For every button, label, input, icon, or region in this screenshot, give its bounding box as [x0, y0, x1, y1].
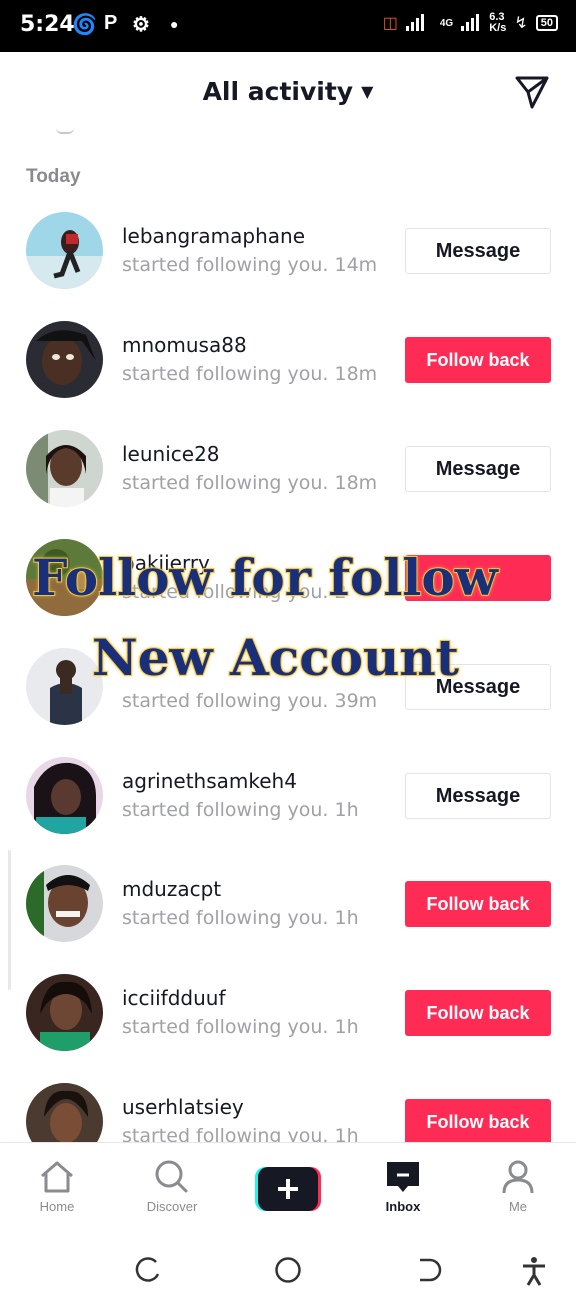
activity-text: started following you. 1h	[122, 1125, 359, 1142]
activity-text: started following you. 18m	[122, 363, 378, 385]
p-icon: P	[104, 12, 118, 34]
tab-label: Me	[508, 1199, 528, 1214]
activity-row[interactable]: icciifdduuf started following you. 1h Fo…	[0, 974, 576, 1082]
username[interactable]: agrinethsamkeh4	[122, 769, 297, 793]
tab-me[interactable]: Me	[473, 1159, 563, 1214]
activity-row[interactable]: userhlatsiey started following you. 1h F…	[0, 1083, 576, 1142]
tab-home[interactable]: Home	[12, 1159, 102, 1214]
follow-back-button[interactable]: Follow back	[405, 881, 551, 927]
accessibility-button[interactable]	[520, 1256, 548, 1291]
home-button[interactable]	[274, 1256, 302, 1289]
inbox-icon	[387, 1162, 419, 1192]
tab-inbox[interactable]: Inbox	[358, 1159, 448, 1214]
swirl-icon: 🌀	[72, 14, 97, 36]
tab-label: Home	[39, 1199, 75, 1214]
paper-plane-icon	[515, 76, 549, 109]
home-circle-icon	[275, 1257, 301, 1283]
section-today: Today	[26, 166, 81, 187]
message-button[interactable]: Message	[405, 228, 551, 274]
follow-back-button[interactable]: Follow back	[405, 337, 551, 383]
avatar[interactable]	[26, 430, 103, 507]
activity-text: started following you. 1h	[122, 907, 359, 929]
activity-text: started following you. 1h	[122, 1016, 359, 1038]
charging-icon: ↯	[514, 15, 528, 32]
avatar[interactable]	[26, 212, 103, 289]
follow-back-button[interactable]: Follow back	[405, 990, 551, 1036]
status-bar: 5:24 🌀 P ⚙ ● ◫ 4G 6.3 K/s ↯ 50	[0, 0, 576, 52]
page-title: All activity	[202, 77, 354, 106]
caret-down-icon: ▼	[361, 82, 374, 101]
avatar[interactable]	[26, 865, 103, 942]
gear-icon: ⚙	[132, 14, 150, 36]
inbox-header: All activity ▼	[0, 52, 576, 132]
overlay-text-line2: New Account	[91, 627, 460, 688]
message-button[interactable]: Message	[405, 773, 551, 819]
system-nav-bar	[0, 1228, 576, 1312]
back-icon	[420, 1258, 442, 1282]
message-button[interactable]: Message	[405, 446, 551, 492]
follow-back-button[interactable]: Follow back	[405, 1099, 551, 1142]
signal-icon	[405, 13, 432, 34]
plus-icon	[255, 1167, 321, 1211]
create-button[interactable]	[255, 1167, 321, 1211]
username[interactable]: icciifdduuf	[122, 986, 226, 1010]
cast-icon: ◫	[382, 15, 398, 32]
status-right: ◫ 4G 6.3 K/s ↯ 50	[383, 12, 558, 34]
username[interactable]: lebangramaphane	[122, 224, 305, 248]
tab-label: Discover	[146, 1199, 198, 1214]
status-time: 5:24	[20, 12, 75, 37]
accessibility-icon	[523, 1257, 545, 1286]
net-speed: 6.3 K/s	[489, 11, 507, 34]
avatar[interactable]	[26, 757, 103, 834]
direct-message-button[interactable]	[514, 74, 550, 110]
dot-icon: ●	[170, 16, 179, 32]
back-button[interactable]	[414, 1256, 442, 1289]
username[interactable]: leunice28	[122, 442, 220, 466]
activity-row[interactable]: lebangramaphane started following you. 1…	[0, 212, 576, 320]
recent-apps-button[interactable]	[134, 1256, 162, 1289]
profile-icon	[502, 1160, 534, 1194]
avatar[interactable]	[26, 974, 103, 1051]
battery-icon: 50	[535, 15, 558, 31]
activity-row[interactable]: mnomusa88 started following you. 18m Fol…	[0, 321, 576, 429]
activity-row[interactable]: agrinethsamkeh4 started following you. 1…	[0, 757, 576, 865]
tab-label: Inbox	[385, 1199, 421, 1214]
home-icon	[41, 1161, 73, 1193]
overlay-text-line1: Follow for follow	[31, 547, 499, 608]
activity-text: started following you. 14m	[122, 254, 378, 276]
activity-text: started following you. 18m	[122, 472, 378, 494]
activity-text: started following you. 1h	[122, 799, 359, 821]
network-type: 4G	[439, 17, 454, 29]
recent-apps-icon	[135, 1257, 160, 1282]
avatar[interactable]	[26, 1083, 103, 1142]
tab-discover[interactable]: Discover	[127, 1159, 217, 1214]
scroll-indicator	[56, 128, 74, 134]
username[interactable]: userhlatsiey	[122, 1095, 244, 1119]
activity-row[interactable]: mduzacpt started following you. 1h Follo…	[0, 865, 576, 973]
avatar[interactable]	[26, 321, 103, 398]
activity-filter-dropdown[interactable]: All activity ▼	[0, 77, 576, 106]
bottom-tab-bar: Home Discover Inbox Me	[0, 1142, 576, 1228]
signal-icon-2	[461, 13, 481, 34]
activity-text: started following you. 39m	[122, 690, 378, 712]
activity-row[interactable]: leunice28 started following you. 18m Mes…	[0, 430, 576, 538]
username[interactable]: mduzacpt	[122, 877, 221, 901]
search-icon	[155, 1160, 188, 1193]
scrollbar[interactable]	[8, 850, 11, 990]
username[interactable]: mnomusa88	[122, 333, 247, 357]
